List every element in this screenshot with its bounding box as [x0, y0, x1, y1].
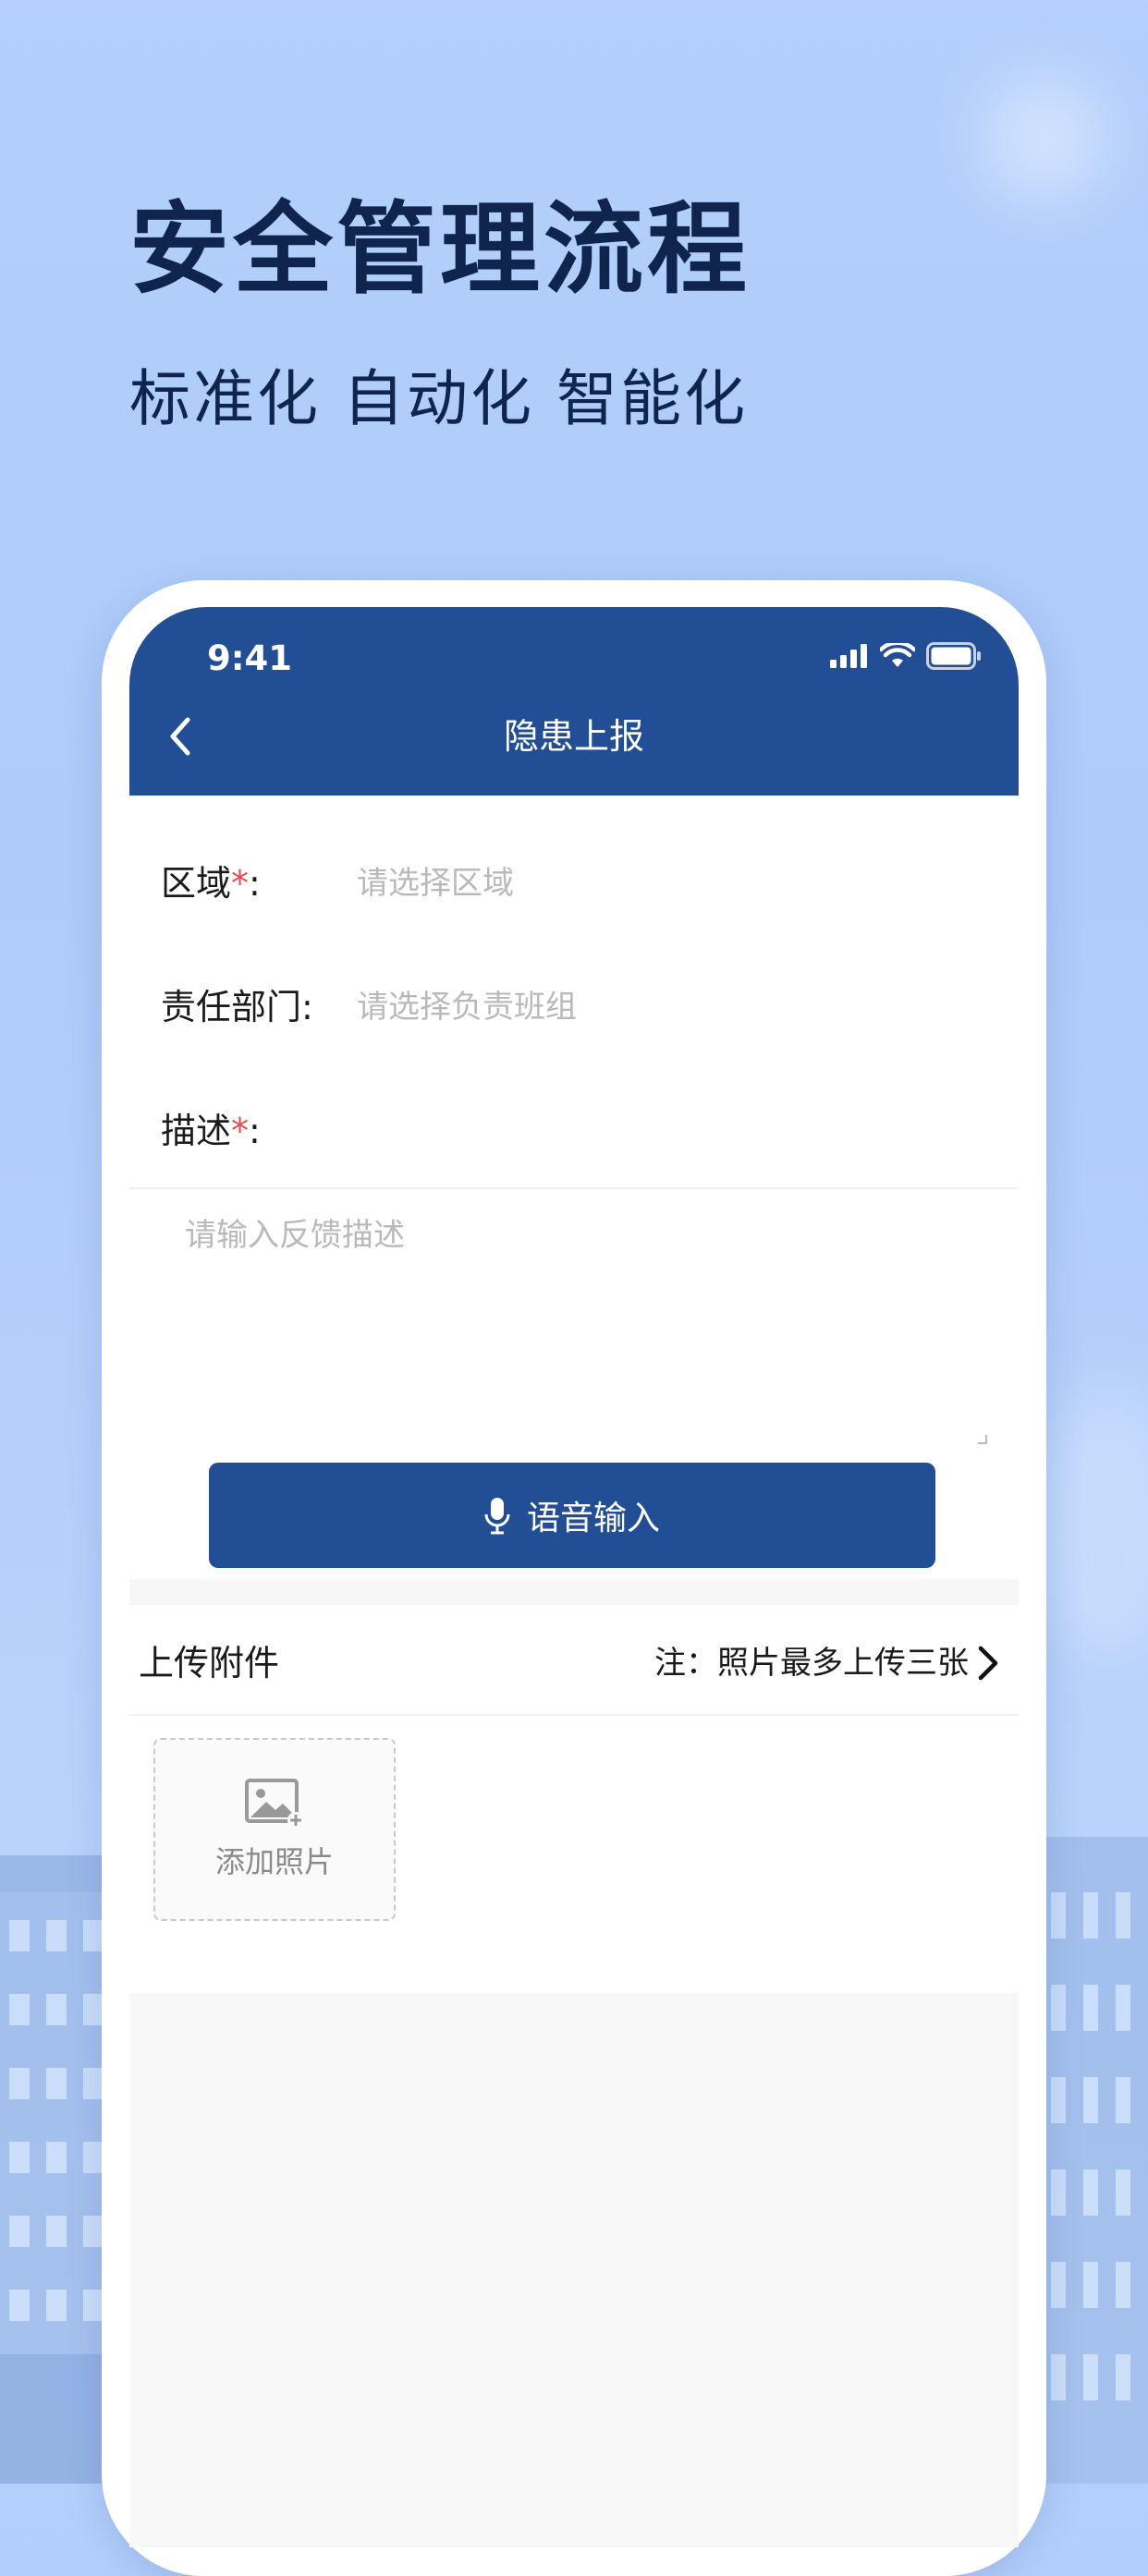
promo-title: 安全管理流程	[129, 192, 751, 308]
divider	[129, 1714, 1019, 1716]
background-glow	[980, 74, 1109, 203]
attachment-title: 上传附件	[139, 1643, 280, 1683]
description-label: 描述*:	[161, 1110, 261, 1151]
signal-icon	[830, 644, 867, 668]
voice-input-label: 语音输入	[526, 1500, 660, 1537]
divider	[129, 1187, 1019, 1189]
description-row: 描述*:	[161, 1095, 993, 1160]
attachment-note-link[interactable]: 注：照片最多上传三张	[654, 1635, 1000, 1691]
status-time: 9:41	[207, 638, 293, 678]
promo-subtitle: 标准化 自动化 智能化	[129, 363, 748, 434]
background-glow	[1035, 1386, 1148, 1663]
attachment-section: 上传附件 注：照片最多上传三张 添加照片	[129, 1605, 1019, 1993]
empty-area	[129, 1993, 1019, 2547]
page-title: 隐患上报	[503, 716, 644, 757]
textarea-resize-handle[interactable]	[978, 1435, 987, 1444]
required-mark: *	[231, 1110, 250, 1151]
status-icons	[830, 642, 982, 670]
area-select[interactable]: 请选择区域	[357, 857, 514, 903]
microphone-icon	[484, 1498, 510, 1535]
battery-icon	[926, 642, 981, 670]
section-gap	[129, 1579, 1019, 1605]
attachment-note: 注：照片最多上传三张	[654, 1645, 969, 1682]
area-row: 区域*: 请选择区域	[161, 847, 993, 912]
department-row: 责任部门: 请选择负责班组	[161, 971, 993, 1036]
wifi-icon	[880, 643, 915, 667]
area-label: 区域*:	[161, 862, 261, 904]
voice-input-button[interactable]: 语音输入	[209, 1463, 935, 1568]
department-select[interactable]: 请选择负责班组	[357, 981, 577, 1027]
report-form: 区域*: 请选择区域 责任部门: 请选择负责班组 描述*: 请输入反馈描述 语音…	[129, 796, 1019, 1579]
add-image-icon	[245, 1779, 304, 1829]
add-photo-label: 添加照片	[214, 1844, 334, 1879]
add-photo-button[interactable]: 添加照片	[153, 1738, 396, 1921]
phone-screen: 9:41 隐患上报 区域*: 请选择区域 责任部门: 请选择负责班组 描述*: …	[129, 607, 1019, 2547]
chevron-right-icon	[978, 1646, 998, 1681]
app-header: 9:41 隐患上报	[129, 607, 1019, 796]
description-textarea[interactable]: 请输入反馈描述	[185, 1209, 980, 1440]
required-mark: *	[231, 862, 250, 904]
department-label: 责任部门:	[161, 986, 313, 1027]
